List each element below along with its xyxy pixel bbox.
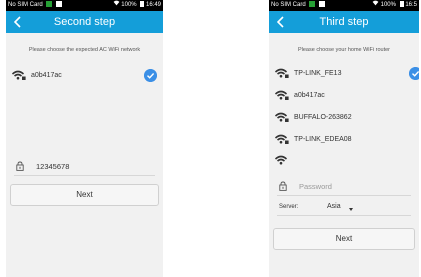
network-item[interactable]: a0b417ac bbox=[269, 86, 419, 106]
network-item[interactable]: TP-LINK_EDEA08 bbox=[269, 130, 419, 150]
network-name: a0b417ac bbox=[294, 92, 325, 99]
next-button[interactable]: Next bbox=[10, 184, 159, 206]
status-left: No SIM Card bbox=[8, 0, 63, 11]
lock-icon bbox=[16, 161, 24, 171]
clock-text: 16:5 bbox=[405, 2, 417, 8]
page-title: Third step bbox=[319, 16, 369, 28]
network-item[interactable]: TP-LINK_FE13 bbox=[269, 64, 419, 84]
status-right: 100% 16:49 bbox=[113, 0, 161, 11]
network-item[interactable]: a0b417ac bbox=[6, 66, 163, 86]
wifi-lock-icon bbox=[12, 70, 26, 80]
wifi-status-icon bbox=[372, 0, 381, 8]
app-icon bbox=[46, 1, 53, 8]
network-item[interactable] bbox=[269, 151, 419, 171]
instruction-text: Please choose your home WiFi router bbox=[297, 47, 390, 53]
network-name: a0b417ac bbox=[31, 72, 62, 79]
status-bar: No SIM Card 100% 16:5 bbox=[269, 0, 419, 11]
server-label: Server: bbox=[279, 204, 299, 210]
battery-text: 100% bbox=[380, 2, 396, 8]
wifi-lock-icon bbox=[275, 134, 289, 144]
app-icon bbox=[309, 1, 316, 8]
password-field[interactable]: Password bbox=[277, 179, 411, 196]
password-input[interactable]: 12345678 bbox=[36, 159, 69, 175]
carrier-text: No SIM Card bbox=[271, 2, 306, 8]
notification-icon bbox=[56, 1, 63, 8]
instruction-text: Please choose the expected AC WiFi netwo… bbox=[28, 47, 141, 53]
wifi-status-icon bbox=[113, 0, 122, 8]
password-field[interactable]: 12345678 bbox=[14, 159, 155, 176]
wifi-lock-icon bbox=[275, 112, 289, 122]
status-right: 100% 16:5 bbox=[372, 0, 417, 11]
network-name: TP-LINK_FE13 bbox=[294, 70, 342, 77]
check-icon bbox=[144, 69, 157, 82]
server-value[interactable]: Asia bbox=[327, 201, 341, 213]
title-bar: Third step bbox=[269, 11, 419, 33]
network-item[interactable]: BUFFALO-263862 bbox=[269, 108, 419, 128]
battery-text: 100% bbox=[121, 2, 137, 8]
clock-text: 16:49 bbox=[145, 2, 161, 8]
server-selector[interactable]: Server: Asia bbox=[277, 201, 411, 216]
second-step-screen: No SIM Card 100% 16:49 Second step Pleas… bbox=[6, 0, 163, 277]
check-icon bbox=[409, 67, 419, 80]
network-name: TP-LINK_EDEA08 bbox=[294, 136, 352, 143]
wifi-lock-icon bbox=[275, 68, 289, 78]
wifi-icon bbox=[275, 155, 288, 165]
password-input[interactable]: Password bbox=[299, 179, 332, 195]
network-name: BUFFALO-263862 bbox=[294, 114, 352, 121]
battery-icon bbox=[399, 1, 404, 8]
status-left: No SIM Card bbox=[271, 0, 326, 11]
notification-icon bbox=[319, 1, 326, 8]
battery-icon bbox=[140, 1, 145, 8]
wifi-lock-icon bbox=[275, 90, 289, 100]
status-bar: No SIM Card 100% 16:49 bbox=[6, 0, 163, 11]
title-bar: Second step bbox=[6, 11, 163, 33]
page-title: Second step bbox=[53, 16, 116, 28]
carrier-text: No SIM Card bbox=[8, 2, 43, 8]
third-step-screen: No SIM Card 100% 16:5 Third step Please … bbox=[269, 0, 419, 277]
dropdown-arrow-icon[interactable] bbox=[349, 208, 353, 211]
next-button[interactable]: Next bbox=[273, 228, 415, 250]
lock-icon bbox=[279, 181, 287, 191]
